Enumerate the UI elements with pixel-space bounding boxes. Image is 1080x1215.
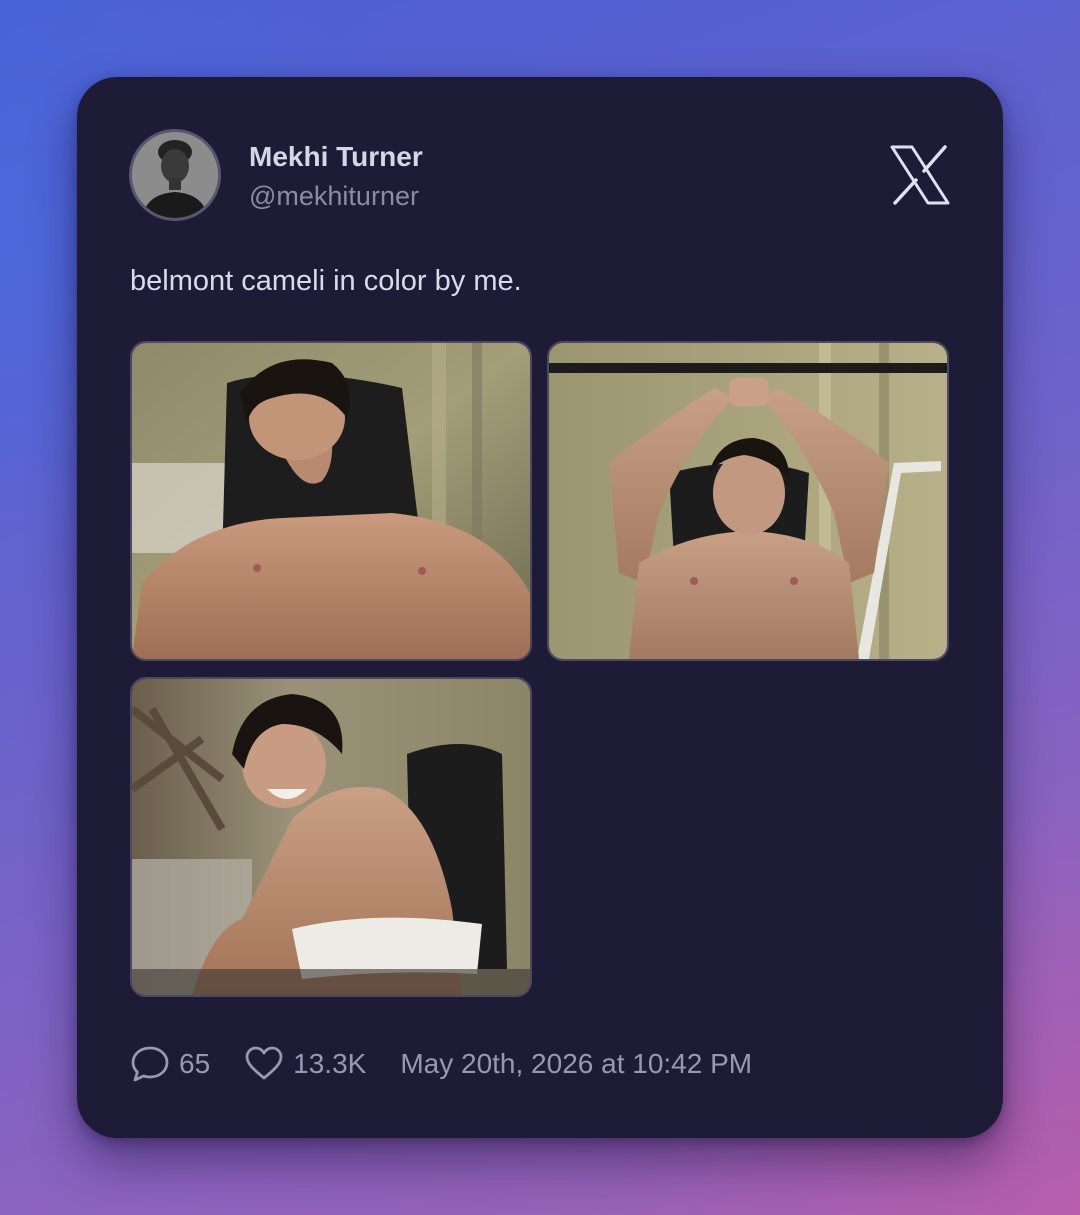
author-name[interactable]: Mekhi Turner xyxy=(249,141,423,173)
post-image-3[interactable] xyxy=(130,677,532,997)
reply-action[interactable]: 65 xyxy=(130,1044,210,1084)
like-action[interactable]: 13.3K xyxy=(244,1044,366,1084)
avatar-photo xyxy=(132,132,218,218)
heart-icon xyxy=(244,1044,284,1084)
like-count: 13.3K xyxy=(293,1048,367,1079)
post-footer: 65 13.3K May 20th, 2026 at 10:42 PM xyxy=(130,1039,752,1089)
avatar[interactable] xyxy=(129,129,221,221)
speech-bubble-icon xyxy=(130,1044,170,1084)
author-handle[interactable]: @mekhiturner xyxy=(249,181,419,212)
post-card: Mekhi Turner @mekhiturner belmont cameli… xyxy=(77,77,1003,1138)
post-text: belmont cameli in color by me. xyxy=(130,265,522,297)
post-image-1[interactable] xyxy=(130,341,532,661)
reply-count: 65 xyxy=(179,1048,211,1079)
x-logo-icon[interactable] xyxy=(890,145,950,205)
post-timestamp[interactable]: May 20th, 2026 at 10:42 PM xyxy=(400,1048,752,1080)
post-image-2[interactable] xyxy=(547,341,949,661)
